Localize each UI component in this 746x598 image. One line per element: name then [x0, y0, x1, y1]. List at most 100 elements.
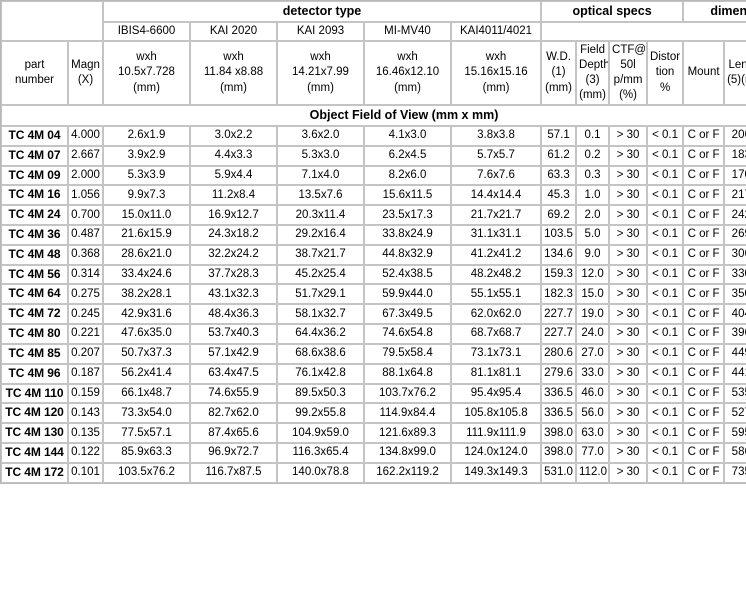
detector-size-3-line-1: wxh [280, 50, 361, 65]
table-row[interactable]: TC 4M 480.36828.6x21.032.2x24.238.7x21.7… [1, 245, 746, 265]
table-row[interactable]: TC 4M 960.18756.2x41.463.4x47.576.1x42.8… [1, 364, 746, 384]
cell-field-of-view-4: 33.8x24.9 [364, 225, 451, 245]
cell-ctf: > 30 [609, 384, 647, 404]
cell-field-of-view-3: 5.3x3.0 [277, 146, 364, 166]
cell-field-of-view-1: 2.6x1.9 [103, 126, 190, 146]
table-row[interactable]: TC 4M 560.31433.4x24.637.7x28.345.2x25.4… [1, 265, 746, 285]
cell-length: 449.5 [724, 344, 746, 364]
table-row[interactable]: TC 4M 1100.15966.1x48.774.6x55.989.5x50.… [1, 384, 746, 404]
detector-size-1-line-3: (mm) [106, 81, 187, 96]
cell-field-of-view-5: 31.1x31.1 [451, 225, 541, 245]
cell-length: 206.4 [724, 126, 746, 146]
cell-ctf: > 30 [609, 245, 647, 265]
table-row[interactable]: TC 4M 360.48721.6x15.924.3x18.229.2x16.4… [1, 225, 746, 245]
cell-field-of-view-5: 105.8x105.8 [451, 403, 541, 423]
detector-size-2-line-1: wxh [193, 50, 274, 65]
cell-ctf: > 30 [609, 403, 647, 423]
table-row[interactable]: TC 4M 240.70015.0x11.016.9x12.720.3x11.4… [1, 205, 746, 225]
cell-part-number: TC 4M 80 [1, 324, 68, 344]
cell-distortion: < 0.1 [647, 205, 683, 225]
cell-field-depth: 5.0 [576, 225, 609, 245]
cell-ctf: > 30 [609, 265, 647, 285]
cell-field-of-view-5: 48.2x48.2 [451, 265, 541, 285]
column-header-detector-size-4: wxh 16.46x12.10 (mm) [364, 41, 451, 106]
cell-field-of-view-1: 56.2x41.4 [103, 364, 190, 384]
cell-working-distance: 336.5 [541, 384, 576, 404]
cell-field-of-view-4: 6.2x4.5 [364, 146, 451, 166]
field-depth-line-3: (3) [579, 73, 606, 88]
cell-length: 350.5 [724, 284, 746, 304]
cell-part-number: TC 4M 144 [1, 443, 68, 463]
detector-name-ibis4-6600: IBIS4-6600 [103, 22, 190, 41]
column-header-working-distance: W.D. (1) (mm) [541, 41, 576, 106]
cell-mount: C or F [683, 304, 724, 324]
cell-working-distance: 398.0 [541, 423, 576, 443]
cell-field-of-view-3: 140.0x78.8 [277, 463, 364, 483]
cell-field-of-view-3: 29.2x16.4 [277, 225, 364, 245]
cell-field-of-view-4: 4.1x3.0 [364, 126, 451, 146]
cell-field-of-view-1: 33.4x24.6 [103, 265, 190, 285]
cell-length: 183.5 [724, 146, 746, 166]
cell-field-of-view-2: 116.7x87.5 [190, 463, 277, 483]
detector-size-5-line-3: (mm) [454, 81, 538, 96]
cell-part-number: TC 4M 130 [1, 423, 68, 443]
table-row[interactable]: TC 4M 1200.14373.3x54.082.7x62.099.2x55.… [1, 403, 746, 423]
detector-size-1-line-1: wxh [106, 50, 187, 65]
table-row[interactable]: TC 4M 1300.13577.5x57.187.4x65.6104.9x59… [1, 423, 746, 443]
cell-part-number: TC 4M 72 [1, 304, 68, 324]
cell-length: 595.0 [724, 423, 746, 443]
cell-magnification: 2.000 [68, 166, 103, 186]
cell-field-of-view-4: 67.3x49.5 [364, 304, 451, 324]
cell-magnification: 0.187 [68, 364, 103, 384]
table-row[interactable]: TC 4M 1720.101103.5x76.2116.7x87.5140.0x… [1, 463, 746, 483]
length-line-2: (5)(mm) [727, 73, 746, 88]
cell-distortion: < 0.1 [647, 304, 683, 324]
table-row[interactable]: TC 4M 092.0005.3x3.95.9x4.47.1x4.08.2x6.… [1, 166, 746, 186]
detector-size-5-line-1: wxh [454, 50, 538, 65]
table-row[interactable]: TC 4M 640.27538.2x28.143.1x32.351.7x29.1… [1, 284, 746, 304]
cell-field-of-view-2: 37.7x28.3 [190, 265, 277, 285]
cell-field-of-view-3: 68.6x38.6 [277, 344, 364, 364]
magnification-line-1: Magn [71, 58, 100, 73]
table-row[interactable]: TC 4M 1440.12285.9x63.396.9x72.7116.3x65… [1, 443, 746, 463]
cell-field-of-view-1: 28.6x21.0 [103, 245, 190, 265]
table-row[interactable]: TC 4M 161.0569.9x7.311.2x8.413.5x7.615.6… [1, 185, 746, 205]
cell-field-of-view-3: 99.2x55.8 [277, 403, 364, 423]
cell-length: 396.2 [724, 324, 746, 344]
cell-ctf: > 30 [609, 423, 647, 443]
cell-working-distance: 57.1 [541, 126, 576, 146]
cell-mount: C or F [683, 324, 724, 344]
cell-length: 170.0 [724, 166, 746, 186]
cell-mount: C or F [683, 443, 724, 463]
cell-magnification: 0.159 [68, 384, 103, 404]
cell-working-distance: 103.5 [541, 225, 576, 245]
cell-distortion: < 0.1 [647, 126, 683, 146]
table-row[interactable]: TC 4M 720.24542.9x31.648.4x36.358.1x32.7… [1, 304, 746, 324]
cell-magnification: 0.122 [68, 443, 103, 463]
column-header-detector-size-3: wxh 14.21x7.99 (mm) [277, 41, 364, 106]
cell-working-distance: 227.7 [541, 324, 576, 344]
cell-distortion: < 0.1 [647, 364, 683, 384]
cell-mount: C or F [683, 423, 724, 443]
cell-field-of-view-3: 76.1x42.8 [277, 364, 364, 384]
cell-distortion: < 0.1 [647, 225, 683, 245]
column-header-part-number: part number [1, 41, 68, 106]
table-row[interactable]: TC 4M 072.6673.9x2.94.4x3.35.3x3.06.2x4.… [1, 146, 746, 166]
cell-magnification: 1.056 [68, 185, 103, 205]
cell-working-distance: 182.3 [541, 284, 576, 304]
cell-mount: C or F [683, 205, 724, 225]
header-columns-row: part number Magn (X) wxh 10.5x7.728 (mm)… [1, 41, 746, 106]
table-row[interactable]: TC 4M 044.0002.6x1.93.0x2.23.6x2.04.1x3.… [1, 126, 746, 146]
cell-field-of-view-1: 47.6x35.0 [103, 324, 190, 344]
detector-size-4-line-3: (mm) [367, 81, 448, 96]
table-row[interactable]: TC 4M 850.20750.7x37.357.1x42.968.6x38.6… [1, 344, 746, 364]
distortion-line-2: tion [650, 65, 680, 80]
cell-field-of-view-4: 44.8x32.9 [364, 245, 451, 265]
cell-field-of-view-3: 7.1x4.0 [277, 166, 364, 186]
cell-mount: C or F [683, 185, 724, 205]
table-row[interactable]: TC 4M 800.22147.6x35.053.7x40.364.4x36.2… [1, 324, 746, 344]
column-header-detector-size-1: wxh 10.5x7.728 (mm) [103, 41, 190, 106]
cell-length: 535.3 [724, 384, 746, 404]
detector-size-4-line-1: wxh [367, 50, 448, 65]
cell-mount: C or F [683, 463, 724, 483]
